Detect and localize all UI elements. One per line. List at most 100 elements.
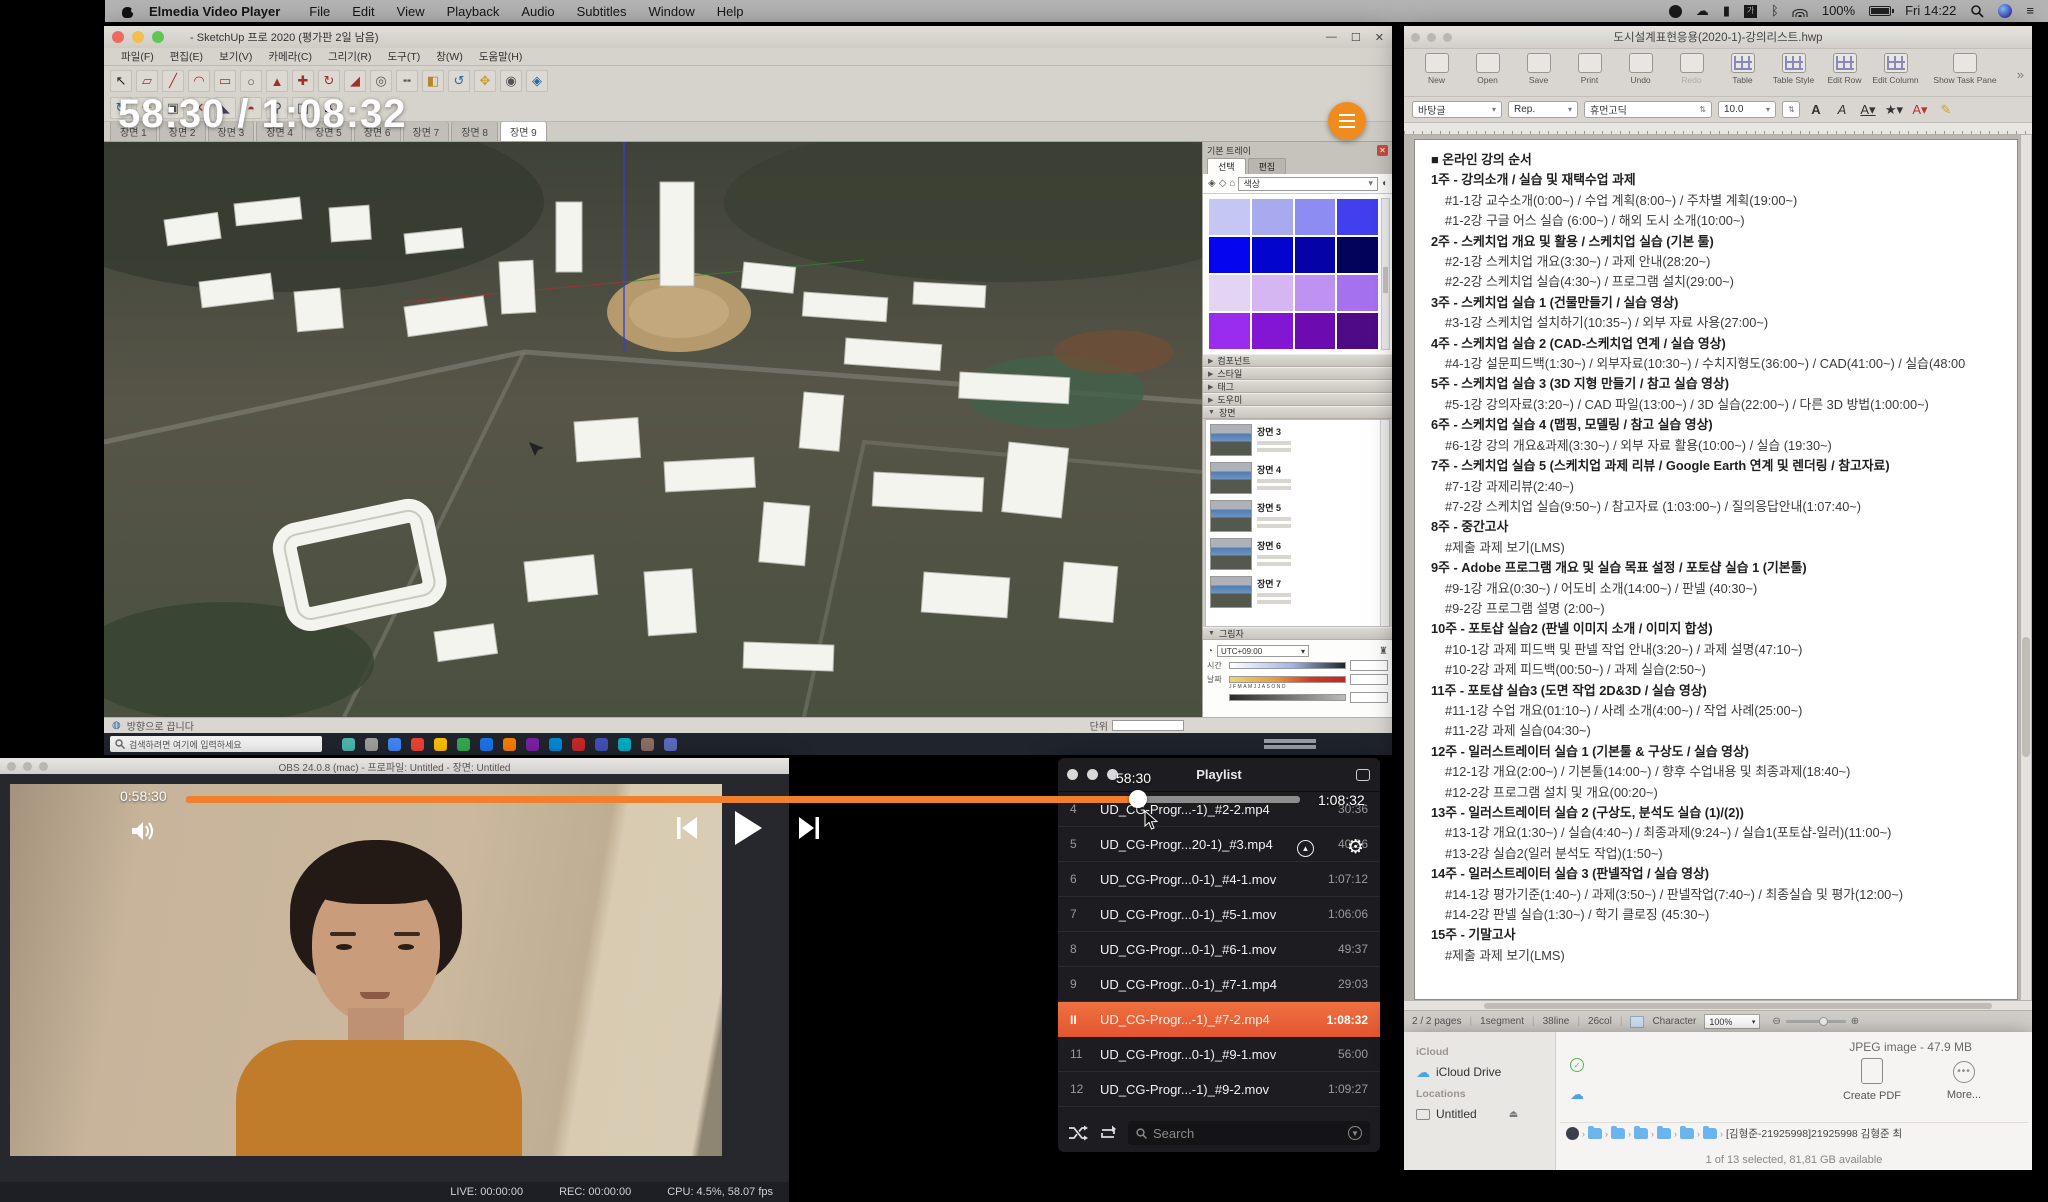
sketchup-3d-viewport[interactable] xyxy=(104,142,1202,717)
battery-icon[interactable] xyxy=(1869,6,1891,16)
sidebar-item-untitled[interactable]: Untitled ⏏ xyxy=(1416,1104,1555,1124)
taskbar-app-icon[interactable] xyxy=(503,738,516,751)
more-action[interactable]: ••• More... xyxy=(1924,1058,2004,1101)
menu-item-help[interactable]: Help xyxy=(706,4,755,19)
obs-status-icon[interactable] xyxy=(1669,5,1682,18)
materials-tab-select[interactable]: 선택 xyxy=(1207,158,1246,174)
taskbar-app-icon[interactable] xyxy=(618,738,631,751)
eraser-tool-icon[interactable]: ▱ xyxy=(136,70,158,92)
taskbar-app-icon[interactable] xyxy=(549,738,562,751)
forward-arrow-icon[interactable]: ◇ xyxy=(1219,178,1227,189)
icloud-download-icon[interactable]: ☁ xyxy=(1570,1088,1584,1100)
date-slider[interactable] xyxy=(1229,676,1346,683)
color-swatch[interactable] xyxy=(1252,199,1293,235)
menu-item-file[interactable]: File xyxy=(298,4,341,19)
sketchup-menu-item[interactable]: 도움말(H) xyxy=(472,49,530,64)
previous-button[interactable] xyxy=(675,815,699,841)
text-effect-button[interactable]: ★▾ xyxy=(1884,102,1904,118)
taskbar-app-icon[interactable] xyxy=(411,738,424,751)
taskbar-app-icon[interactable] xyxy=(388,738,401,751)
folder-icon[interactable] xyxy=(1703,1128,1717,1139)
playlist-titlebar[interactable]: Playlist xyxy=(1058,758,1380,792)
input-source-icon[interactable]: 가 xyxy=(1744,5,1757,18)
insert-mode-icon[interactable] xyxy=(1630,1016,1644,1028)
date-value-box[interactable] xyxy=(1350,674,1388,685)
hwp-tool-save[interactable]: Save xyxy=(1514,53,1563,85)
taskbar-app-icon[interactable] xyxy=(434,738,447,751)
time-value-box[interactable] xyxy=(1350,660,1388,671)
siri-icon[interactable] xyxy=(1998,4,2012,18)
menu-item-edit[interactable]: Edit xyxy=(341,4,385,19)
color-swatch[interactable] xyxy=(1295,275,1336,311)
size-stepper[interactable]: ⇅ xyxy=(1782,101,1800,118)
zoom-in-button[interactable]: ⊕ xyxy=(1851,1016,1859,1027)
tray-section-header[interactable]: ▶태그 xyxy=(1203,380,1392,393)
color-swatch[interactable] xyxy=(1209,199,1250,235)
toolbar-overflow-icon[interactable]: » xyxy=(2017,67,2024,82)
materials-tab-edit[interactable]: 편집 xyxy=(1248,158,1287,174)
color-swatch[interactable] xyxy=(1337,199,1378,235)
utc-dropdown[interactable]: UTC+09:00▾ xyxy=(1217,645,1309,657)
sidebar-item-icloud-drive[interactable]: ☁ iCloud Drive xyxy=(1416,1062,1555,1082)
zoom-traffic-light[interactable] xyxy=(152,31,164,43)
tray-section-header[interactable]: ▶스타일 xyxy=(1203,367,1392,380)
shadows-section-header[interactable]: ▼그림자 xyxy=(1203,627,1392,640)
materials-scrollbar[interactable] xyxy=(1381,198,1390,350)
pip-button[interactable]: ▲ xyxy=(1297,840,1314,857)
orbit-tool-icon[interactable]: ↺ xyxy=(448,70,470,92)
playlist-row[interactable]: 6UD_CG-Progr...0-1)_#4-1.mov1:07:12 xyxy=(1058,862,1380,897)
color-swatch[interactable] xyxy=(1337,275,1378,311)
taskbar-app-icon[interactable] xyxy=(595,738,608,751)
paragraph-style-dropdown[interactable]: 바탕글▾ xyxy=(1412,101,1502,118)
document-page[interactable]: ■ 온라인 강의 순서1주 - 강의소개 / 실습 및 재택수업 과제#1-1강… xyxy=(1414,139,2018,1000)
help-circle-icon[interactable]: ◍ xyxy=(112,720,121,731)
obs-minimize-button[interactable] xyxy=(23,762,32,771)
shuffle-icon[interactable] xyxy=(1068,1125,1088,1141)
color-swatch[interactable] xyxy=(1295,237,1336,273)
seek-bar[interactable] xyxy=(186,796,1300,803)
sketchup-menu-item[interactable]: 그리기(R) xyxy=(321,49,379,64)
video-window-titlebar[interactable]: - SketchUp 프로 2020 (평가판 2일 남음) —☐✕ xyxy=(104,26,1392,48)
folder-icon[interactable] xyxy=(1611,1128,1625,1139)
hwp-tool-redo[interactable]: Redo xyxy=(1667,53,1716,85)
eject-icon[interactable]: ⏏ xyxy=(1509,1109,1518,1120)
zoom-dropdown[interactable]: 100%▾ xyxy=(1704,1014,1760,1029)
play-button[interactable] xyxy=(733,810,763,846)
menu-item-audio[interactable]: Audio xyxy=(510,4,565,19)
bookmark-status-icon[interactable]: ▮ xyxy=(1723,0,1730,22)
bold-button[interactable]: A xyxy=(1806,102,1826,117)
playlist-row[interactable]: 11UD_CG-Progr...0-1)_#9-1.mov56:00 xyxy=(1058,1037,1380,1072)
material-collection-dropdown[interactable]: 색상▾ xyxy=(1238,177,1378,191)
scene-tab[interactable]: 장면 7 xyxy=(403,121,450,141)
scale-tool-icon[interactable]: ◢ xyxy=(344,70,366,92)
color-swatch[interactable] xyxy=(1209,313,1250,349)
hwp-vertical-scrollbar[interactable] xyxy=(2020,135,2031,1000)
close-traffic-light[interactable] xyxy=(112,31,124,43)
color-swatch[interactable] xyxy=(1209,275,1250,311)
playlist-row[interactable]: IIUD_CG-Progr...-1)_#7-2.mp41:08:32 xyxy=(1058,1002,1380,1037)
brightness-slider[interactable] xyxy=(1229,694,1346,701)
hwp-tool-open[interactable]: Open xyxy=(1463,53,1512,85)
repeat-icon[interactable] xyxy=(1098,1125,1118,1141)
scenes-section-header[interactable]: ▼장면 xyxy=(1203,406,1392,419)
arc-tool-icon[interactable]: ◠ xyxy=(188,70,210,92)
taskbar-app-icon[interactable] xyxy=(572,738,585,751)
webcam-preview[interactable] xyxy=(10,784,722,1156)
rectangle-tool-icon[interactable]: ▭ xyxy=(214,70,236,92)
move-tool-icon[interactable]: ✚ xyxy=(292,70,314,92)
windows-window-buttons[interactable]: —☐✕ xyxy=(1326,26,1384,48)
taskbar-app-icon[interactable] xyxy=(480,738,493,751)
taskbar-app-icon[interactable] xyxy=(526,738,539,751)
notification-center-icon[interactable]: ≡ xyxy=(2026,0,2034,22)
hwp-tool-undo[interactable]: Undo xyxy=(1616,53,1665,85)
scene-list-item[interactable]: 장면 3 xyxy=(1206,420,1389,458)
scene-tab[interactable]: 장면 9 xyxy=(500,121,547,141)
settings-gear-icon[interactable]: ⚙ xyxy=(1347,836,1364,859)
zoom-out-button[interactable]: ⊖ xyxy=(1772,1016,1780,1027)
hwp-titlebar[interactable]: 도시설계표현응용(2020-1)-강의리스트.hwp xyxy=(1404,26,2032,48)
windows-search-box[interactable]: 검색하려면 여기에 입력하세요 xyxy=(110,736,322,752)
folder-icon[interactable] xyxy=(1634,1128,1648,1139)
circle-tool-icon[interactable]: ○ xyxy=(240,70,262,92)
brightness-value-box[interactable] xyxy=(1350,692,1388,703)
obs-close-button[interactable] xyxy=(7,762,16,771)
